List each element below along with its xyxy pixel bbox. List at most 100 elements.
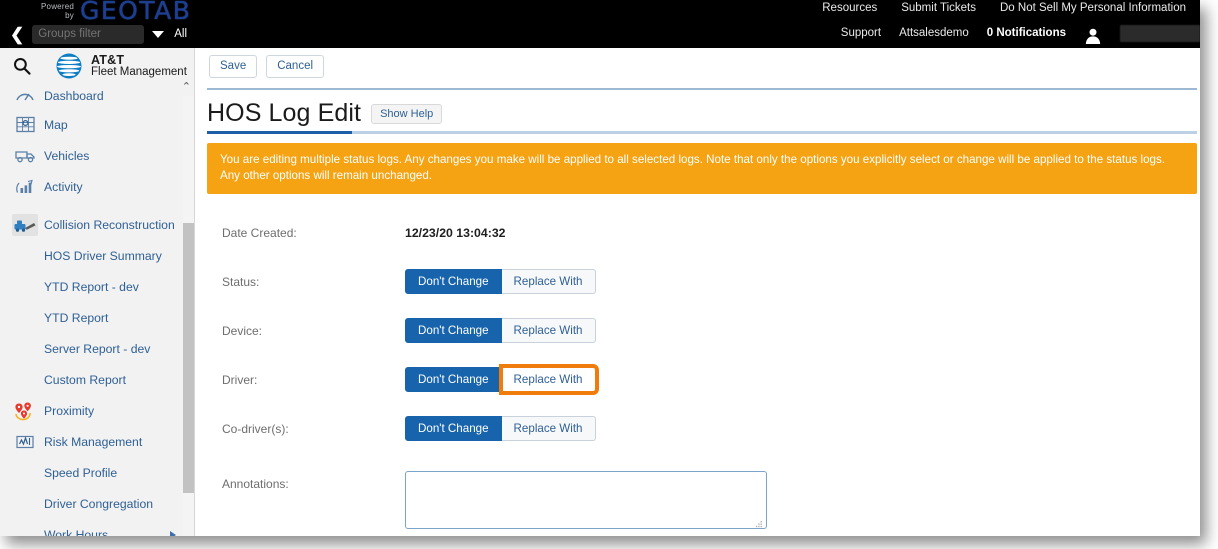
sidebar-item-activity[interactable]: Activity (0, 171, 194, 202)
username-redacted (1120, 24, 1200, 42)
sidebar-item-label: Proximity (44, 403, 95, 418)
sidebar-item-server-report-dev[interactable]: Server Report - dev (0, 333, 194, 364)
groups-all-label: All (174, 28, 188, 40)
warning-banner: You are editing multiple status logs. An… (207, 143, 1197, 194)
sidebar-item-label: Work Hours... (44, 527, 119, 537)
sidebar-item-collision-reconstruction[interactable]: Collision Reconstruction (0, 209, 194, 240)
user-avatar-icon[interactable] (1084, 27, 1102, 45)
vehicle-truck-icon (12, 145, 38, 167)
left-sidebar: AT&T Fleet Management ⌃ Dashboard Map Ve… (0, 48, 195, 536)
sidebar-item-ytd-report-dev[interactable]: YTD Report - dev (0, 271, 194, 302)
search-icon[interactable] (12, 56, 32, 76)
chevron-down-icon[interactable] (152, 30, 165, 38)
field-label: Date Created: (222, 225, 297, 240)
sidebar-item-label: YTD Report (44, 310, 109, 325)
sidebar-item-label: Activity (44, 179, 83, 194)
sidebar-item-speed-profile[interactable]: Speed Profile (0, 457, 194, 488)
sidebar-item-dashboard[interactable]: Dashboard (0, 83, 194, 109)
sidebar-item-risk-management[interactable]: Risk Management (0, 426, 194, 457)
sidebar-item-label: Server Report - dev (44, 341, 151, 356)
app-window: Powered by GEOTAB Resources Submit Ticke… (0, 0, 1200, 536)
groups-filter-input[interactable] (32, 24, 145, 44)
driver-dont-change-button[interactable]: Don't Change (405, 367, 502, 392)
field-label: Co-driver(s): (222, 421, 289, 436)
link-resources[interactable]: Resources (822, 2, 877, 14)
sidebar-item-label: Collision Reconstruction (44, 217, 175, 232)
sidebar-item-label: YTD Report - dev (44, 279, 139, 294)
page-title: HOS Log Edit (207, 99, 362, 127)
sidebar-item-label: Risk Management (44, 434, 143, 449)
co-drivers-dont-change-button[interactable]: Don't Change (405, 416, 502, 441)
groups-filter-bar: ❮ All (0, 20, 200, 48)
toolbar-divider (207, 88, 1197, 90)
device-toggle-group: Don't Change Replace With (405, 318, 596, 343)
activity-bar-chart-icon (12, 176, 38, 198)
sidebar-scrollbar-track[interactable] (183, 96, 194, 536)
field-row-device: Device: Don't Change Replace With (195, 306, 1200, 355)
powered-by-line2: by (65, 11, 74, 20)
sidebar-item-work-hours[interactable]: Work Hours... (0, 519, 194, 536)
field-label: Annotations: (222, 477, 289, 491)
title-underline-accent (207, 131, 352, 134)
sidebar-item-label: Vehicles (44, 148, 90, 163)
notifications-count[interactable]: 0 Notifications (987, 27, 1066, 39)
utility-links-row-2: Support Attsalesdemo 0 Notifications (841, 24, 1200, 45)
device-dont-change-button[interactable]: Don't Change (405, 318, 502, 343)
page-title-row: HOS Log Edit Show Help (207, 98, 443, 128)
sidebar-item-label: Dashboard (44, 89, 104, 103)
top-utility-bar: Powered by GEOTAB Resources Submit Ticke… (0, 0, 1200, 48)
sidebar-item-ytd-report[interactable]: YTD Report (0, 302, 194, 333)
link-account-name[interactable]: Attsalesdemo (899, 27, 969, 39)
risk-management-icon (12, 431, 38, 453)
title-underline (207, 131, 1197, 134)
cancel-button[interactable]: Cancel (266, 54, 325, 78)
sidebar-item-label: Map (44, 117, 68, 132)
sidebar-brand-text: AT&T Fleet Management (91, 52, 187, 78)
link-do-not-sell[interactable]: Do Not Sell My Personal Information (1000, 2, 1186, 14)
link-submit-tickets[interactable]: Submit Tickets (901, 2, 976, 14)
sidebar-scrollbar-thumb[interactable] (183, 223, 194, 493)
brand-line-2: Fleet Management (91, 65, 187, 78)
powered-by-line1: Powered (41, 2, 74, 11)
sidebar-item-hos-driver-summary[interactable]: HOS Driver Summary (0, 240, 194, 271)
device-replace-with-button[interactable]: Replace With (501, 318, 596, 343)
field-label: Driver: (222, 372, 258, 387)
att-globe-logo-icon (54, 51, 84, 81)
sidebar-nav-list: Dashboard Map Vehicles Activity Collisio… (0, 83, 194, 536)
sidebar-item-custom-report[interactable]: Custom Report (0, 364, 194, 395)
annotations-textarea-wrapper[interactable] (405, 471, 767, 529)
show-help-button[interactable]: Show Help (371, 104, 443, 124)
field-label: Status: (222, 274, 260, 289)
save-button[interactable]: Save (209, 54, 258, 78)
driver-toggle-group: Don't Change Replace With (405, 364, 599, 395)
driver-replace-with-button[interactable]: Replace With (498, 364, 599, 395)
utility-links-row-1: Resources Submit Tickets Do Not Sell My … (822, 2, 1186, 14)
sidebar-item-vehicles[interactable]: Vehicles (0, 140, 194, 171)
brand-line-1: AT&T (91, 52, 125, 67)
co-drivers-replace-with-button[interactable]: Replace With (501, 416, 596, 441)
dashboard-gauge-icon (12, 85, 38, 107)
link-support[interactable]: Support (841, 27, 881, 39)
sidebar-item-label: Speed Profile (44, 465, 118, 480)
sidebar-item-driver-congregation[interactable]: Driver Congregation (0, 488, 194, 519)
back-chevron-icon[interactable]: ❮ (10, 26, 24, 43)
collision-reconstruction-icon (12, 213, 38, 236)
sidebar-brand-row: AT&T Fleet Management (0, 48, 194, 83)
sidebar-item-map[interactable]: Map (0, 109, 194, 140)
status-replace-with-button[interactable]: Replace With (501, 269, 596, 294)
page-toolbar: Save Cancel (195, 48, 1200, 84)
field-row-status: Status: Don't Change Replace With (195, 257, 1200, 306)
field-row-annotations: Annotations: (195, 453, 1200, 531)
proximity-pins-icon (12, 400, 38, 422)
field-row-date-created: Date Created: 12/23/20 13:04:32 (195, 208, 1200, 257)
sidebar-item-proximity[interactable]: Proximity (0, 395, 194, 426)
submenu-arrow-icon (170, 530, 176, 536)
sidebar-item-label: HOS Driver Summary (44, 248, 162, 263)
status-dont-change-button[interactable]: Don't Change (405, 269, 502, 294)
field-row-driver: Driver: Don't Change Replace With (195, 355, 1200, 404)
field-row-co-drivers: Co-driver(s): Don't Change Replace With (195, 404, 1200, 453)
resize-grip-icon[interactable] (754, 517, 763, 528)
hos-log-edit-form: Date Created: 12/23/20 13:04:32 Status: … (195, 208, 1200, 531)
map-icon (12, 114, 38, 136)
date-created-value: 12/23/20 13:04:32 (405, 225, 506, 240)
